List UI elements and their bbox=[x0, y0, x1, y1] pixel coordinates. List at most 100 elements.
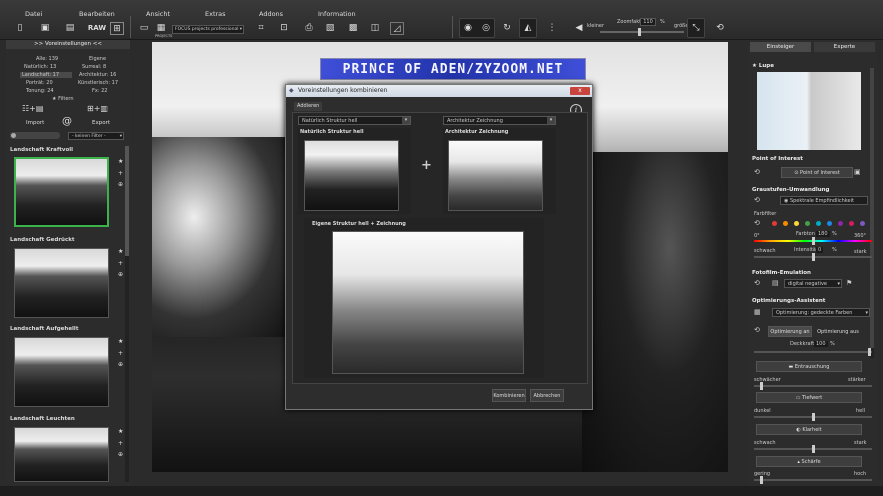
reset-icon[interactable]: ⟲ bbox=[754, 196, 760, 204]
plus-icon[interactable]: + bbox=[118, 440, 123, 447]
opacity-slider[interactable] bbox=[754, 348, 872, 356]
filter-toggle[interactable]: ★ Filtern bbox=[52, 96, 74, 102]
sharpness-slider[interactable] bbox=[754, 476, 872, 484]
sharpness-slider-knob[interactable] bbox=[760, 476, 763, 484]
reset-icon[interactable]: ⟲ bbox=[754, 279, 760, 287]
raw-button[interactable]: RAW bbox=[87, 22, 107, 35]
print-icon[interactable]: ⎙ bbox=[302, 22, 316, 35]
flag-icon[interactable]: ⚑ bbox=[846, 279, 852, 287]
combine-button[interactable]: Kombinieren bbox=[492, 389, 526, 402]
save-icon[interactable]: ▤ bbox=[63, 22, 77, 35]
at-icon[interactable]: @ bbox=[62, 116, 72, 127]
dialog-titlebar[interactable]: ◆ Voreinstellungen kombinieren x bbox=[286, 85, 592, 97]
rotate-icon[interactable]: ↻ bbox=[500, 22, 514, 35]
stat-artistic[interactable]: Künstlerisch: 17 bbox=[78, 80, 118, 86]
projects-select[interactable]: FOCUS projects professional ▾ bbox=[172, 25, 244, 34]
noise-slider[interactable] bbox=[754, 382, 872, 390]
star-icon[interactable]: ★ bbox=[118, 158, 123, 165]
menu-datei[interactable]: Datei bbox=[25, 10, 42, 18]
stat-natural[interactable]: Natürlich: 13 bbox=[24, 64, 56, 70]
copy-icon[interactable]: ⊕ bbox=[118, 451, 123, 458]
tab-addieren[interactable]: Addieren bbox=[294, 102, 323, 111]
document-icon[interactable]: ▭ bbox=[137, 22, 151, 35]
optimize-icon[interactable]: ▦ bbox=[754, 308, 761, 316]
grayscale-select[interactable]: ◉ Spektrale Empfindlichkeit bbox=[780, 196, 868, 205]
zoom-slider-knob[interactable] bbox=[638, 28, 641, 36]
crop-icon[interactable]: ⌗ bbox=[254, 22, 268, 35]
crop-rotate-icon[interactable]: ⟲ bbox=[713, 22, 727, 35]
swatch-magenta[interactable] bbox=[849, 221, 854, 226]
swatch-yellow[interactable] bbox=[794, 221, 799, 226]
stat-all[interactable]: Alle: 139 bbox=[36, 56, 58, 62]
hue-slider-knob[interactable] bbox=[812, 237, 815, 245]
reset-icon[interactable]: ⟲ bbox=[754, 326, 760, 334]
opacity-value[interactable]: 100 bbox=[814, 341, 828, 347]
preset-select-left[interactable]: Natürlich Struktur hell ▾ bbox=[298, 116, 411, 125]
mirror-icon[interactable]: ◭ bbox=[521, 22, 535, 35]
stat-landscape[interactable]: Landschaft: 17 bbox=[20, 72, 72, 78]
reset-icon[interactable]: ⟲ bbox=[754, 168, 760, 176]
opacity-slider-knob[interactable] bbox=[868, 348, 871, 356]
copy-icon[interactable]: ⊕ bbox=[118, 361, 123, 368]
presets-panel-title[interactable]: >> Voreinstellungen << bbox=[6, 40, 130, 49]
stat-portrait[interactable]: Porträt: 20 bbox=[26, 80, 53, 86]
optimization-off-button[interactable]: Optimierung aus bbox=[816, 326, 860, 337]
batch-icon[interactable]: ⊞ bbox=[110, 22, 124, 35]
menu-bearbeiten[interactable]: Bearbeiten bbox=[79, 10, 115, 18]
filter-select[interactable]: - keinen Filter - ▾ bbox=[68, 132, 124, 140]
fit-screen-icon[interactable]: ⤡ bbox=[689, 22, 703, 35]
swatch-green[interactable] bbox=[805, 221, 810, 226]
menu-addons[interactable]: Addons bbox=[259, 10, 283, 18]
search-slider[interactable] bbox=[10, 132, 60, 139]
hue-slider[interactable] bbox=[754, 237, 872, 245]
stat-toning[interactable]: Tonung: 24 bbox=[26, 88, 54, 94]
share-icon[interactable]: ▩ bbox=[346, 22, 360, 35]
slider-knob[interactable] bbox=[11, 133, 16, 138]
presets-scrollbar[interactable] bbox=[125, 146, 129, 482]
optimization-on-button[interactable]: Optimierung an bbox=[768, 326, 812, 337]
plus-icon[interactable]: + bbox=[118, 260, 123, 267]
intensity-value[interactable]: 0 bbox=[816, 247, 824, 253]
noise-slider-knob[interactable] bbox=[760, 382, 763, 390]
preset-select-right[interactable]: Architektur Zeichnung ▾ bbox=[443, 116, 556, 125]
shadows-button[interactable]: ▭ Tiefwert bbox=[756, 392, 862, 403]
scrollbar-thumb[interactable] bbox=[870, 68, 874, 348]
split-view-icon[interactable]: ⋮ bbox=[545, 22, 559, 35]
tab-expert[interactable]: Experte bbox=[814, 42, 875, 52]
reset-icon[interactable]: ⟲ bbox=[754, 219, 760, 227]
grid-layout-icon[interactable]: ☷+▤ bbox=[22, 104, 43, 114]
zoom-input[interactable]: 110 bbox=[640, 18, 656, 26]
star-icon[interactable]: ★ bbox=[118, 248, 123, 255]
optimization-select[interactable]: Optimierung: gedeckte Farben ▾ bbox=[772, 308, 870, 317]
histogram-icon[interactable]: ◿ bbox=[390, 22, 404, 35]
plus-icon[interactable]: + bbox=[118, 170, 123, 177]
stat-fx[interactable]: Fx: 22 bbox=[92, 88, 107, 94]
close-icon[interactable]: x bbox=[570, 87, 590, 95]
menu-extras[interactable]: Extras bbox=[205, 10, 226, 18]
swatch-violet[interactable] bbox=[860, 221, 865, 226]
stat-own[interactable]: Eigene bbox=[89, 56, 106, 62]
settings-icon[interactable]: ▣ bbox=[854, 168, 861, 176]
export-image-icon[interactable]: ▧ bbox=[323, 22, 337, 35]
scrollbar-thumb[interactable] bbox=[125, 146, 129, 256]
poi-button[interactable]: ⊙ Point of Interest bbox=[781, 167, 853, 178]
noise-reduction-button[interactable]: ▬ Entrauschung bbox=[756, 361, 862, 372]
tab-beginner[interactable]: Einsteiger bbox=[750, 42, 811, 52]
clarity-slider-knob[interactable] bbox=[812, 445, 815, 453]
settings-scrollbar[interactable] bbox=[870, 68, 874, 358]
clarity-button[interactable]: ◐ Klarheit bbox=[756, 424, 862, 435]
star-icon[interactable]: ★ bbox=[118, 428, 123, 435]
shadows-slider[interactable] bbox=[754, 413, 872, 421]
open-file-icon[interactable]: ▣ bbox=[38, 22, 52, 35]
import-button[interactable]: Import bbox=[26, 120, 44, 130]
zoom-slider[interactable] bbox=[600, 28, 684, 36]
speaker-icon[interactable]: ◀ bbox=[572, 22, 586, 35]
point-of-view-icon[interactable]: ◎ bbox=[479, 22, 493, 35]
intensity-slider-knob[interactable] bbox=[812, 253, 815, 261]
swatch-blue[interactable] bbox=[827, 221, 832, 226]
swatch-orange[interactable] bbox=[783, 221, 788, 226]
add-preset-icon[interactable]: ⊞+▥ bbox=[87, 104, 108, 114]
swatch-cyan[interactable] bbox=[816, 221, 821, 226]
preset-thumbnail[interactable] bbox=[14, 427, 109, 482]
new-file-icon[interactable]: ▯ bbox=[13, 22, 27, 35]
